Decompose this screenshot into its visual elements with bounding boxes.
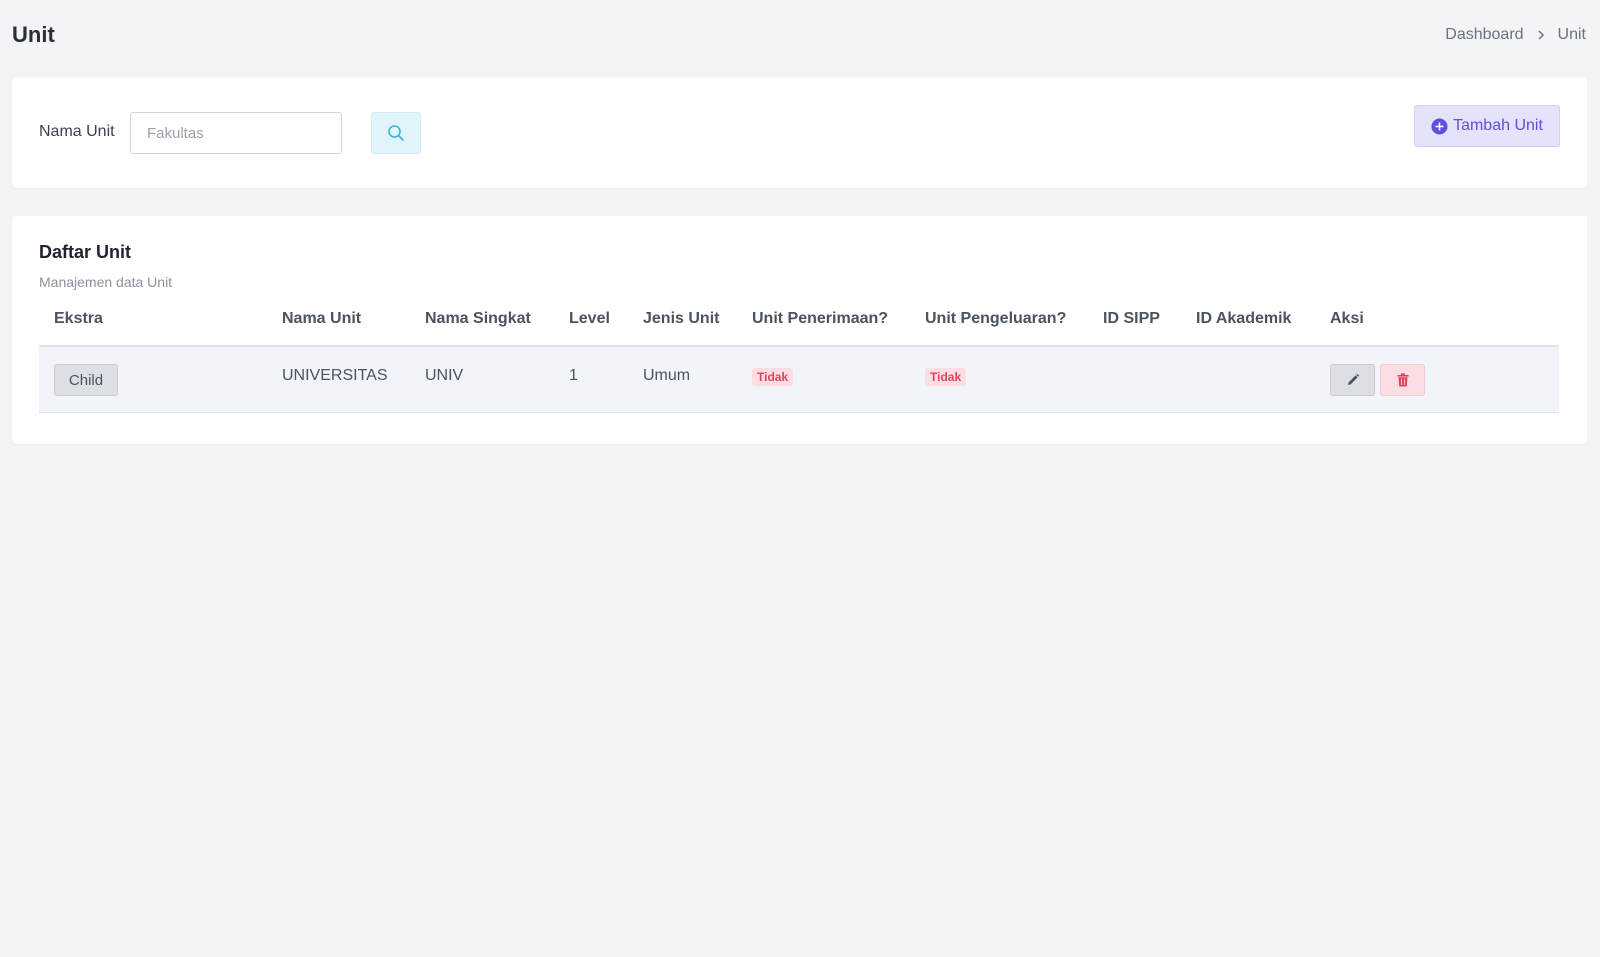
unit-table: Ekstra Nama Unit Nama Singkat Level Jeni…	[39, 302, 1559, 413]
page-title: Unit	[12, 22, 55, 47]
breadcrumb-item-current: Unit	[1557, 26, 1586, 43]
search-icon	[387, 124, 405, 142]
column-header-id-sipp: ID SIPP	[1103, 310, 1160, 327]
cell-nama-unit: UNIVERSITAS	[282, 367, 388, 384]
pencil-icon	[1346, 373, 1360, 387]
column-header-level: Level	[569, 310, 610, 327]
status-badge-penerimaan: Tidak	[752, 368, 794, 386]
column-header-id-akademik: ID Akademik	[1196, 310, 1292, 327]
column-header-aksi: Aksi	[1330, 310, 1364, 327]
unit-list-card: Daftar Unit Manajemen data Unit Ekstra N…	[12, 216, 1587, 444]
plus-circle-icon	[1431, 118, 1448, 135]
tambah-unit-label: Tambah Unit	[1453, 117, 1543, 134]
breadcrumb-item-dashboard[interactable]: Dashboard	[1445, 26, 1523, 44]
tambah-unit-button[interactable]: Tambah Unit	[1414, 105, 1560, 147]
cell-jenis-unit: Umum	[643, 367, 691, 384]
list-subtitle: Manajemen data Unit	[39, 274, 173, 290]
table-header: Ekstra Nama Unit Nama Singkat Level Jeni…	[39, 302, 1559, 347]
cell-level: 1	[569, 367, 578, 384]
column-header-jenis-unit: Jenis Unit	[643, 310, 720, 327]
column-header-nama-singkat: Nama Singkat	[425, 310, 531, 327]
filter-card: Nama Unit Tambah Unit	[12, 78, 1587, 188]
column-header-nama-unit: Nama Unit	[282, 310, 362, 327]
child-button[interactable]: Child	[54, 364, 118, 396]
cell-nama-singkat: UNIV	[425, 367, 464, 384]
table-row: Child UNIVERSITAS UNIV 1 Umum Tidak Tida…	[39, 347, 1559, 413]
edit-button[interactable]	[1330, 364, 1375, 396]
search-button[interactable]	[371, 112, 421, 154]
breadcrumb: Dashboard Unit	[1445, 26, 1586, 44]
list-title: Daftar Unit	[39, 242, 132, 262]
chevron-right-icon	[1537, 30, 1545, 40]
status-badge-pengeluaran: Tidak	[925, 368, 967, 386]
trash-icon	[1397, 373, 1409, 387]
column-header-ekstra: Ekstra	[54, 310, 103, 327]
delete-button[interactable]	[1380, 364, 1425, 396]
column-header-unit-pengeluaran: Unit Pengeluaran?	[925, 310, 1067, 327]
nama-unit-label: Nama Unit	[39, 123, 115, 140]
nama-unit-search-input[interactable]	[130, 112, 342, 154]
page-header: Unit Dashboard Unit	[0, 0, 1600, 70]
column-header-unit-penerimaan: Unit Penerimaan?	[752, 310, 889, 327]
